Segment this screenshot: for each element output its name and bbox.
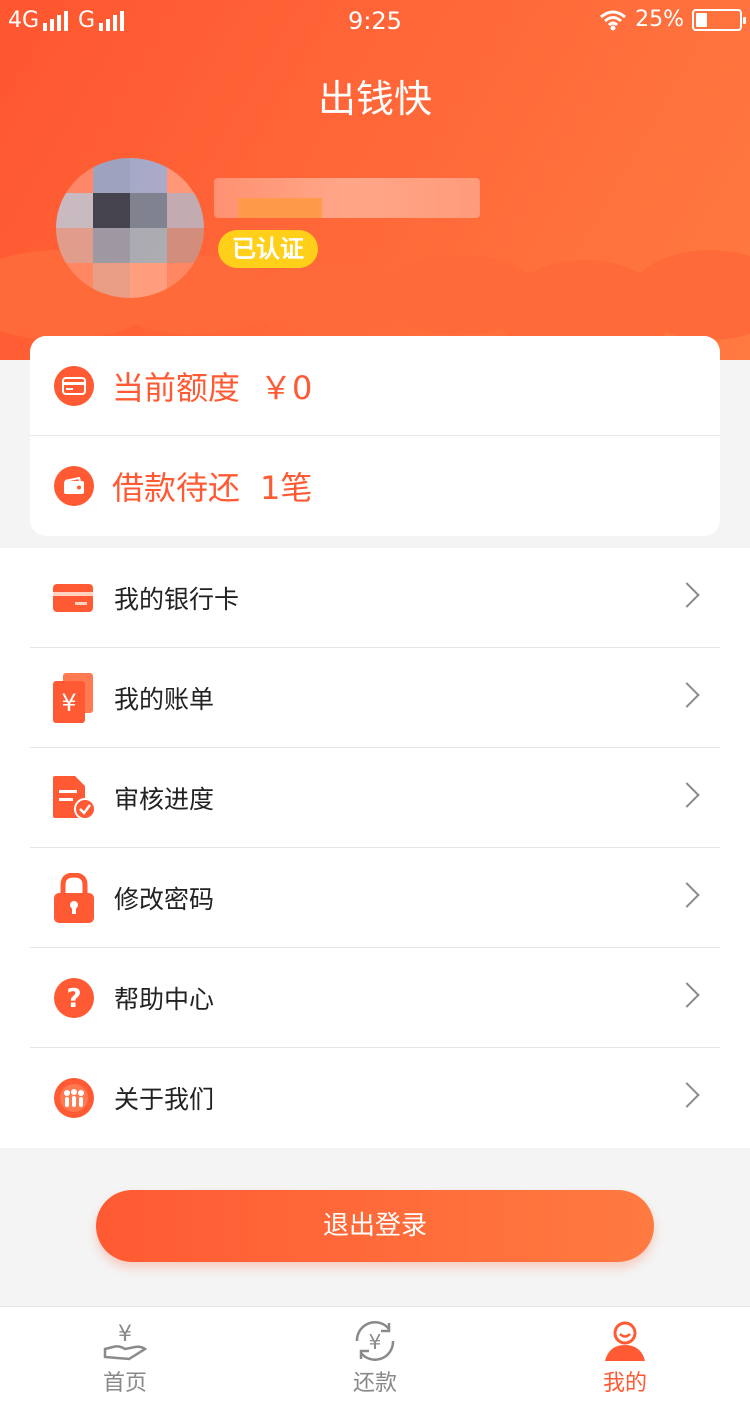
menu-label: 我的银行卡	[114, 584, 240, 614]
tab-label: 首页	[102, 1371, 147, 1396]
bill-icon: ¥	[52, 672, 96, 723]
bank-card-icon	[52, 576, 96, 620]
status-bar: 4G G 9:25 25%	[0, 0, 750, 44]
menu-label: 我的账单	[114, 684, 215, 714]
menu-item-help-center[interactable]: ? 帮助中心	[30, 948, 720, 1048]
menu-item-change-password[interactable]: 修改密码	[30, 848, 720, 948]
tab-home[interactable]: ¥ 首页	[0, 1307, 250, 1404]
chevron-right-icon	[674, 982, 700, 1008]
credit-limit-label: 当前额度	[112, 368, 241, 407]
profile-header: 4G G 9:25 25% 出钱快 已认证	[0, 0, 750, 370]
verified-badge: 已认证	[218, 230, 318, 268]
battery-icon	[692, 8, 746, 31]
svg-text:¥: ¥	[61, 689, 76, 717]
battery-percent: 25%	[635, 7, 684, 32]
menu-label: 审核进度	[114, 784, 215, 814]
username-blurred	[214, 178, 480, 218]
menu-item-about-us[interactable]: 关于我们	[30, 1048, 720, 1148]
menu-label: 关于我们	[114, 1085, 215, 1114]
avatar[interactable]	[56, 158, 204, 298]
svg-text:?: ?	[66, 984, 81, 1014]
tab-label: 还款	[352, 1371, 397, 1396]
logout-button[interactable]: 退出登录	[96, 1190, 654, 1262]
pending-loans-label: 借款待还	[112, 469, 241, 507]
pending-loans-value: 1笔	[260, 469, 313, 507]
chevron-right-icon	[674, 582, 700, 608]
about-us-icon	[52, 1076, 96, 1120]
help-icon: ?	[52, 976, 96, 1020]
svg-text:¥: ¥	[118, 1322, 132, 1347]
repay-icon: ¥	[355, 1321, 395, 1361]
bottom-tab-bar: ¥ 首页 ¥ 还款 我的	[0, 1306, 750, 1404]
credit-limit-value: ￥0	[260, 368, 313, 407]
chevron-right-icon	[674, 882, 700, 908]
pending-loans-row[interactable]: 借款待还 1笔	[30, 436, 720, 536]
credit-limit-row[interactable]: 当前额度 ￥0	[30, 336, 720, 436]
menu-label: 修改密码	[114, 884, 215, 914]
page-title: 出钱快	[317, 77, 432, 121]
home-yen-icon: ¥	[103, 1322, 148, 1361]
tab-label: 我的	[602, 1371, 647, 1396]
lock-icon	[52, 872, 96, 923]
chevron-right-icon	[674, 1082, 700, 1108]
menu-item-review-progress[interactable]: 审核进度	[30, 748, 720, 848]
wifi-icon	[600, 10, 627, 30]
wallet-icon	[54, 466, 94, 506]
chevron-right-icon	[674, 782, 700, 808]
menu-item-bill[interactable]: ¥ 我的账单	[30, 648, 720, 748]
account-summary-card: 当前额度 ￥0 借款待还 1笔	[30, 336, 720, 536]
settings-menu: 我的银行卡 ¥ 我的账单 审核进度 修改密码 ? 帮助中心 关于我们	[0, 548, 750, 1148]
svg-text:¥: ¥	[369, 1330, 382, 1354]
tab-mine[interactable]: 我的	[500, 1307, 750, 1404]
tab-repay[interactable]: ¥ 还款	[250, 1307, 500, 1404]
menu-item-bank-card[interactable]: 我的银行卡	[30, 548, 720, 648]
menu-label: 帮助中心	[114, 984, 215, 1014]
review-progress-icon	[52, 775, 96, 820]
chevron-right-icon	[674, 682, 700, 708]
card-icon	[54, 365, 94, 406]
profile-icon	[605, 1321, 645, 1361]
